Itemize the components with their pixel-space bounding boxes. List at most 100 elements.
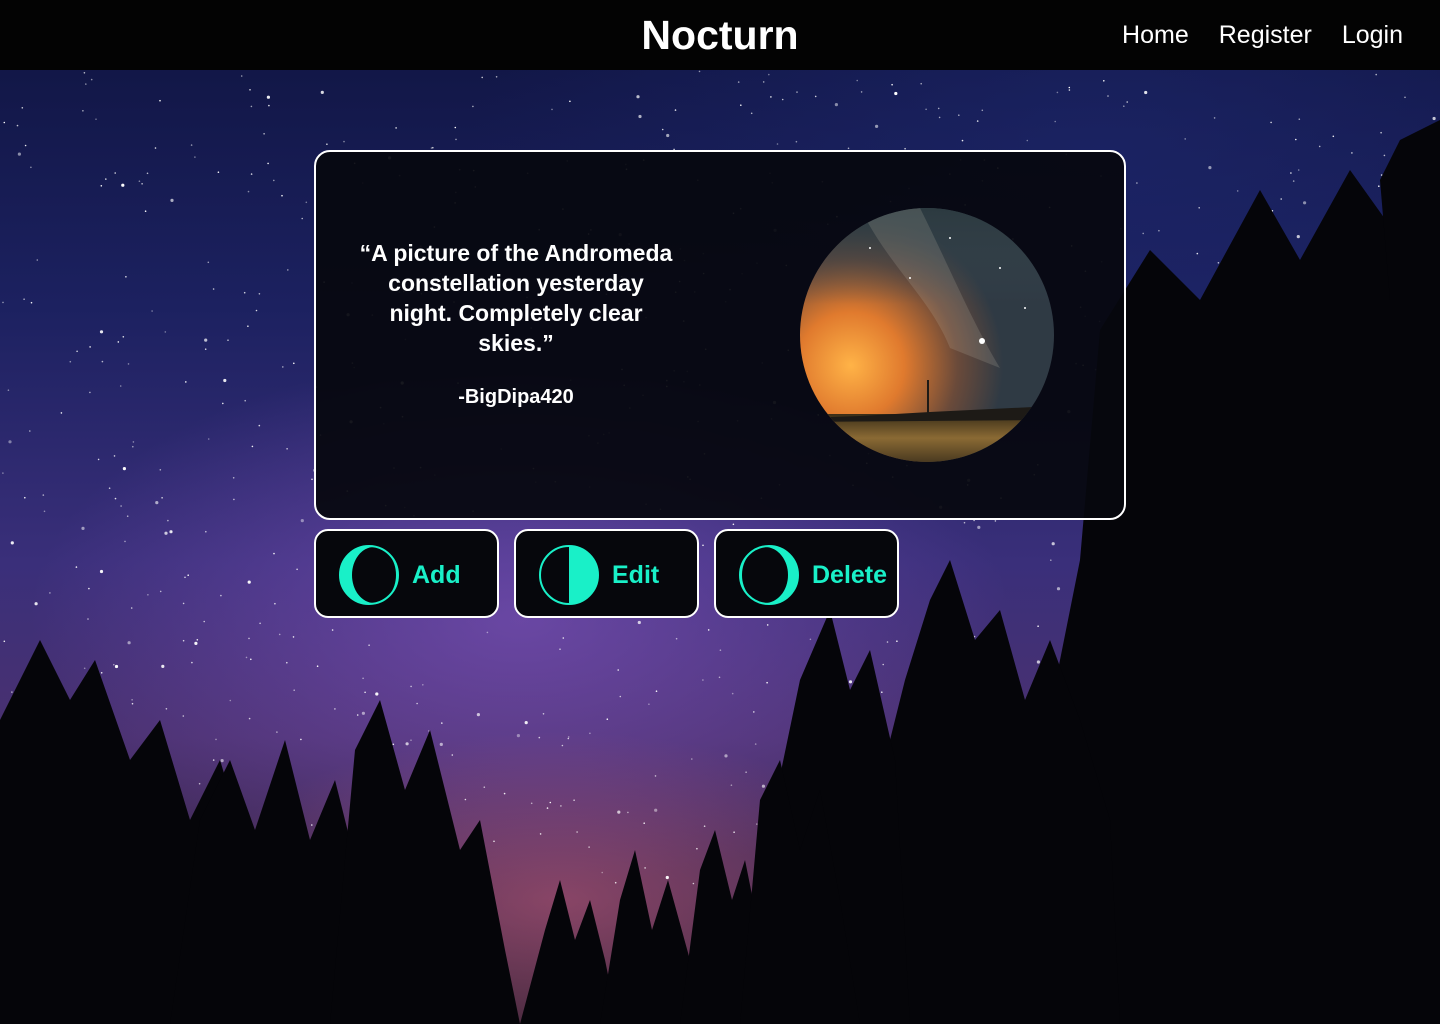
star [614,881,617,884]
star [1026,139,1029,142]
star [155,501,159,505]
star [1184,138,1186,140]
star [122,467,126,471]
star [977,525,981,530]
star [113,663,115,666]
star [617,810,621,814]
star [1103,80,1105,82]
star [472,105,474,108]
star [184,576,186,579]
star [182,602,185,605]
star [83,72,86,74]
star [8,440,12,444]
star [113,455,116,457]
star [375,692,379,696]
star [331,629,334,631]
star [151,310,153,312]
star [1198,207,1200,209]
star [49,592,51,594]
star [636,95,640,99]
star [266,95,270,99]
star [756,823,758,825]
star [696,847,698,850]
star [875,124,879,128]
nav-link-home[interactable]: Home [1122,18,1189,52]
star [1126,101,1128,103]
star [542,713,545,715]
star [255,309,258,312]
star [282,366,284,368]
star [493,840,495,843]
star [81,526,85,531]
star [212,288,215,290]
star [161,664,165,669]
star [745,771,747,773]
star [691,758,693,760]
nav-link-register[interactable]: Register [1219,18,1312,52]
star [766,624,769,626]
star [88,587,90,590]
add-button-label: Add [412,561,461,589]
star [732,523,735,526]
star [1036,660,1040,664]
star [665,875,669,880]
star [120,505,122,507]
star [740,104,742,106]
star [486,631,489,634]
post-card: “A picture of the Andromeda constellatio… [314,150,1126,520]
star [281,194,283,197]
star [268,104,270,107]
star [182,715,185,717]
star [187,574,189,576]
star [796,91,798,93]
star [1136,182,1138,184]
star [361,711,365,715]
star [976,120,979,122]
star [1351,152,1353,154]
top-navigation-bar: Nocturn Home Register Login [0,0,1440,70]
star [185,381,187,383]
star [182,639,185,642]
star [82,110,84,112]
star [114,172,116,174]
star [430,147,433,149]
star [754,743,757,745]
star [17,152,21,156]
star [731,692,734,695]
star [2,301,4,304]
nav-link-login[interactable]: Login [1342,18,1403,52]
star [287,269,289,271]
star [617,669,619,671]
star [770,96,772,98]
star [516,734,521,738]
edit-button[interactable]: Edit [514,529,699,618]
star [814,95,817,98]
star [809,638,812,641]
star [159,469,162,471]
delete-button[interactable]: Delete [714,529,899,618]
star [655,690,658,692]
star [334,708,336,710]
star [750,112,753,115]
star [76,350,78,353]
star [146,172,149,175]
star [3,640,6,643]
star [30,301,33,304]
star [89,391,91,394]
star [1270,121,1272,124]
add-button[interactable]: Add [314,529,499,618]
star [392,743,395,746]
star [194,641,198,646]
star [105,178,107,180]
star [464,798,467,801]
star [223,378,227,383]
star [286,448,288,450]
star [229,699,232,702]
night-sky-photo-illustration [800,208,1054,462]
star [220,594,222,597]
star [247,190,250,193]
star [24,496,26,499]
star [530,802,533,805]
star [981,109,984,112]
star [762,81,765,83]
